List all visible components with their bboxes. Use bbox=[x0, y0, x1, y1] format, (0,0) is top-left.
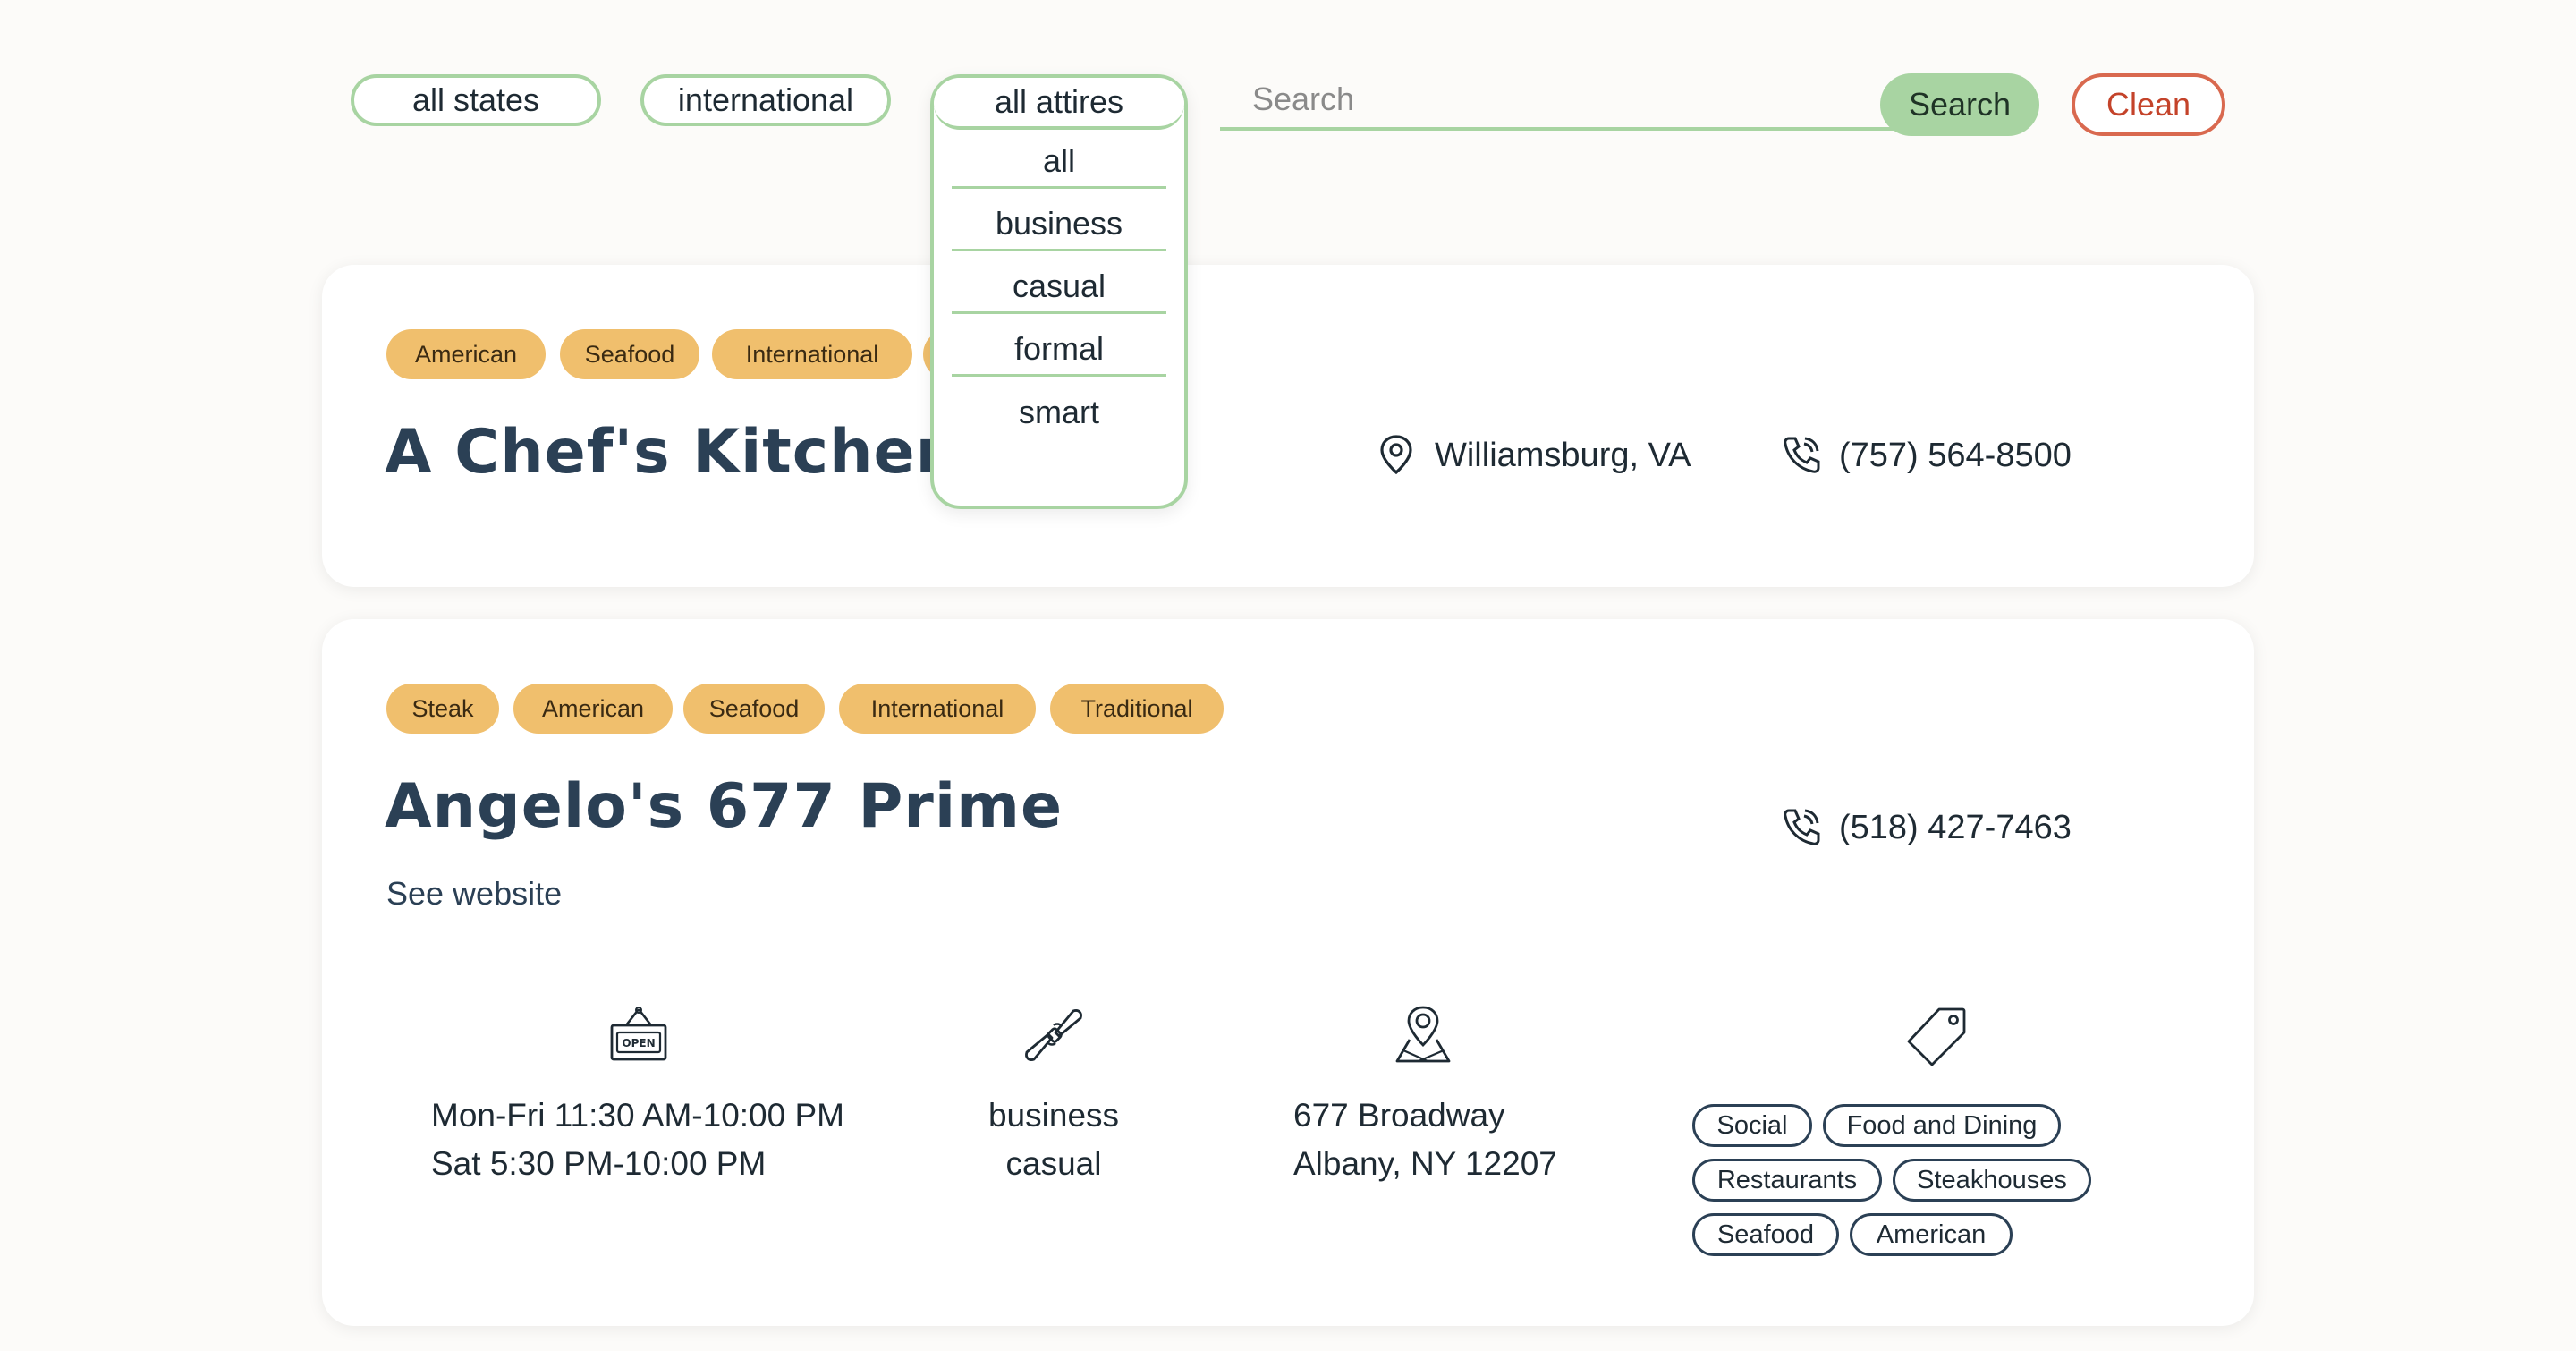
attire-option-casual[interactable]: casual bbox=[952, 260, 1166, 314]
svg-text:OPEN: OPEN bbox=[622, 1037, 655, 1049]
cuisine-tag: Traditional bbox=[1050, 684, 1224, 734]
cuisine-tag: International bbox=[839, 684, 1036, 734]
attire-dropdown[interactable]: all attires all business casual formal s… bbox=[930, 74, 1188, 509]
price-tag-icon bbox=[1907, 1007, 1966, 1066]
address: 677 Broadway Albany, NY 12207 bbox=[1293, 1092, 1557, 1188]
map-pin-icon bbox=[1395, 1006, 1451, 1063]
attire-option-smart[interactable]: smart bbox=[952, 386, 1166, 439]
restaurant-name: Angelo's 677 Prime bbox=[385, 771, 1063, 842]
attire-option-business[interactable]: business bbox=[952, 198, 1166, 251]
cuisine-tag: American bbox=[513, 684, 673, 734]
hours-line: Mon-Fri 11:30 AM-10:00 PM bbox=[431, 1097, 844, 1134]
address-line: Albany, NY 12207 bbox=[1293, 1145, 1557, 1182]
state-filter-label: all states bbox=[411, 81, 540, 118]
attire-line: casual bbox=[1005, 1145, 1102, 1182]
attire-filter-label: all attires bbox=[994, 83, 1124, 120]
opening-hours: Mon-Fri 11:30 AM-10:00 PM Sat 5:30 PM-10… bbox=[431, 1092, 844, 1188]
restaurant-phone: (518) 427-7463 bbox=[1839, 809, 2072, 846]
restaurant-phone: (757) 564-8500 bbox=[1839, 437, 2072, 474]
category-tag: Social bbox=[1692, 1104, 1812, 1147]
address-line: 677 Broadway bbox=[1293, 1097, 1505, 1134]
category-tag: Restaurants bbox=[1692, 1159, 1882, 1202]
category-tag: Seafood bbox=[1692, 1213, 1839, 1256]
category-tag: Steakhouses bbox=[1893, 1159, 2091, 1202]
attire-filter[interactable]: all attires bbox=[934, 78, 1184, 130]
search-button-label: Search bbox=[1908, 86, 2012, 123]
location-pin-icon bbox=[1380, 435, 1412, 475]
cuisine-tag: American bbox=[386, 329, 546, 379]
search-button[interactable]: Search bbox=[1880, 73, 2039, 136]
attire-option-formal[interactable]: formal bbox=[952, 323, 1166, 377]
phone-icon bbox=[1784, 809, 1820, 845]
cuisine-tag: Seafood bbox=[560, 329, 699, 379]
restaurant-location: Williamsburg, VA bbox=[1435, 437, 1691, 474]
cuisine-filter[interactable]: international bbox=[640, 74, 891, 126]
restaurant-name: A Chef's Kitchen bbox=[385, 417, 961, 488]
cuisine-tag: Steak bbox=[386, 684, 499, 734]
attire-option-all[interactable]: all bbox=[952, 135, 1166, 189]
category-tag: Food and Dining bbox=[1823, 1104, 2061, 1147]
category-tag: American bbox=[1850, 1213, 2012, 1256]
state-filter[interactable]: all states bbox=[351, 74, 601, 126]
attire-info: business casual bbox=[959, 1092, 1148, 1188]
open-sign-icon: OPEN bbox=[610, 1007, 667, 1061]
hours-line: Sat 5:30 PM-10:00 PM bbox=[431, 1145, 767, 1182]
clean-button-label: Clean bbox=[2106, 86, 2191, 123]
cuisine-filter-label: international bbox=[677, 81, 854, 118]
bow-tie-icon bbox=[1025, 1009, 1082, 1061]
see-website-link[interactable]: See website bbox=[386, 875, 562, 913]
attire-line: business bbox=[987, 1097, 1120, 1134]
phone-icon bbox=[1784, 437, 1820, 473]
clean-button[interactable]: Clean bbox=[2072, 73, 2225, 136]
cuisine-tag: International bbox=[712, 329, 912, 379]
restaurant-card: American Seafood International A Chef's … bbox=[322, 265, 2254, 587]
cuisine-tag: Seafood bbox=[683, 684, 825, 734]
search-input[interactable] bbox=[1220, 72, 1953, 131]
restaurant-card: Steak American Seafood International Tra… bbox=[322, 619, 2254, 1326]
